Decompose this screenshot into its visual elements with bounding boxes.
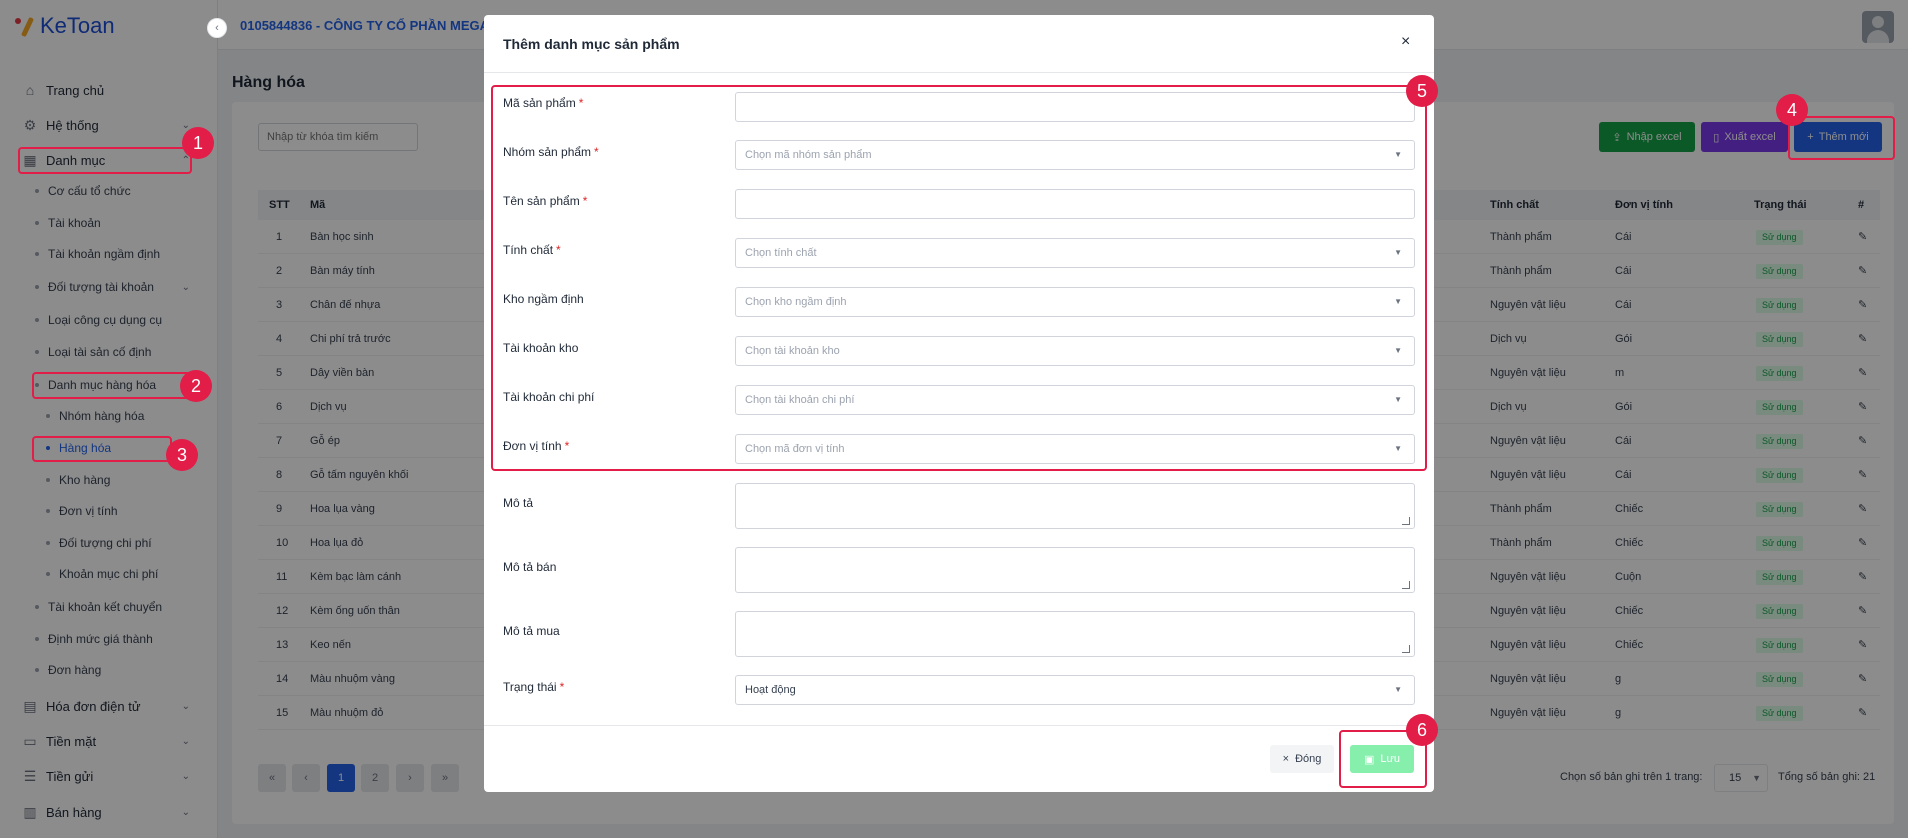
highlight-box-3 (32, 436, 172, 462)
collapse-sidebar-button[interactable]: ‹ (207, 18, 227, 38)
step-marker-1: 1 (182, 127, 214, 159)
status-select[interactable]: Hoạt động ▼ (735, 675, 1415, 705)
field-label-sale-description: Mô tả bán (503, 560, 557, 574)
step-marker-2: 2 (180, 370, 212, 402)
purchase-description-textarea[interactable] (735, 611, 1415, 657)
close-button[interactable]: × Đóng (1270, 745, 1334, 773)
field-label-purchase-description: Mô tả mua (503, 624, 560, 638)
modal-title: Thêm danh mục sản phẩm (503, 36, 680, 52)
field-label-description: Mô tả (503, 496, 534, 510)
chevron-left-icon: ‹ (215, 22, 219, 34)
caret-down-icon: ▼ (1394, 685, 1402, 694)
highlight-box-4 (1788, 116, 1895, 160)
field-label-status: Trạng thái * (503, 680, 565, 694)
step-marker-3: 3 (166, 439, 198, 471)
resize-handle-icon[interactable] (1402, 517, 1410, 525)
close-icon: × (1282, 753, 1290, 765)
resize-handle-icon[interactable] (1402, 581, 1410, 589)
step-marker-6: 6 (1406, 714, 1438, 746)
select-value: Hoạt động (745, 684, 796, 696)
resize-handle-icon[interactable] (1402, 645, 1410, 653)
highlight-box-1 (18, 147, 192, 174)
sale-description-textarea[interactable] (735, 547, 1415, 593)
close-icon[interactable]: × (1401, 33, 1410, 51)
highlight-box-5 (491, 85, 1427, 471)
step-marker-4: 4 (1776, 94, 1808, 126)
step-marker-5: 5 (1406, 75, 1438, 107)
description-textarea[interactable] (735, 483, 1415, 529)
button-label: Đóng (1295, 753, 1322, 765)
